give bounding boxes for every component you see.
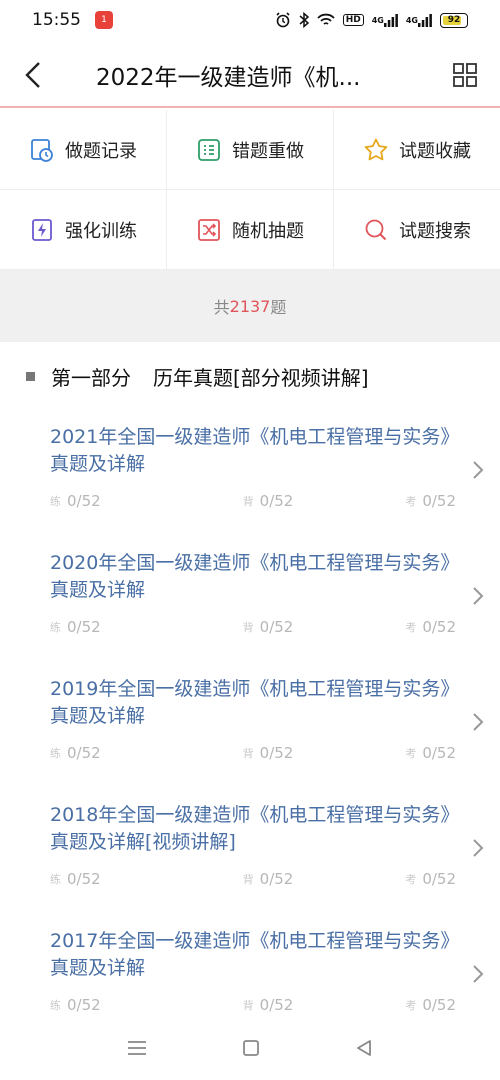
paper-title: 2017年全国一级建造师《机电工程管理与实务》真题及详解 — [50, 930, 460, 979]
redo-list-icon — [198, 138, 220, 161]
search-icon — [365, 219, 387, 240]
paper-title: 2018年全国一级建造师《机电工程管理与实务》真题及详解[视频讲解] — [50, 804, 460, 853]
favorites-label: 试题收藏 — [399, 140, 471, 162]
grid-menu-button[interactable] — [430, 43, 500, 107]
shuffle-icon — [198, 218, 220, 241]
function-grid: 做题记录 错题重做 试题收藏 强化训练 随机抽题 试题搜索 — [0, 110, 500, 270]
practice-progress: 练 0/52 — [50, 870, 101, 888]
practice-progress: 练 0/52 — [50, 618, 101, 636]
search-questions-label: 试题搜索 — [399, 220, 471, 242]
recite-progress: 背 0/52 — [242, 492, 294, 510]
chevron-right-icon — [473, 965, 484, 983]
list-item[interactable]: 2018年全国一级建造师《机电工程管理与实务》真题及详解[视频讲解] 练 0/52… — [0, 790, 500, 916]
back-triangle-icon — [356, 1040, 371, 1056]
star-icon — [364, 138, 388, 160]
wifi-icon — [317, 13, 335, 27]
history-label: 做题记录 — [65, 140, 137, 162]
random-questions-label: 随机抽题 — [232, 220, 304, 242]
system-nav-bar — [0, 1020, 500, 1080]
status-icons: HD 4G 4G 92 — [275, 12, 468, 28]
paper-stats: 练 0/52 背 0/52 考 0/52 — [50, 870, 456, 888]
paper-stats: 练 0/52 背 0/52 考 0/52 — [50, 996, 456, 1014]
paper-stats: 练 0/52 背 0/52 考 0/52 — [50, 744, 456, 762]
practice-progress: 练 0/52 — [50, 996, 101, 1014]
paper-list: 2021年全国一级建造师《机电工程管理与实务》真题及详解 练 0/52 背 0/52… — [0, 412, 500, 1042]
clock: 15:55 — [32, 10, 81, 30]
chevron-right-icon — [473, 461, 484, 479]
total-count-bar: 共 2137 题 — [0, 270, 500, 342]
bluetooth-icon — [299, 12, 309, 28]
total-count: 2137 — [229, 296, 271, 316]
battery-icon: 92 — [440, 12, 468, 28]
exam-progress: 考 0/52 — [405, 492, 456, 510]
alarm-icon — [275, 12, 291, 28]
page-title: 2022年一级建造师《机... — [96, 65, 361, 91]
list-item[interactable]: 2019年全国一级建造师《机电工程管理与实务》真题及详解 练 0/52 背 0/52… — [0, 664, 500, 790]
exam-progress: 考 0/52 — [405, 744, 456, 762]
intensive-training-label: 强化训练 — [65, 220, 137, 242]
back-nav-button[interactable] — [355, 1039, 373, 1061]
redo-wrong-button[interactable]: 错题重做 — [167, 110, 334, 190]
chevron-left-icon — [25, 62, 40, 88]
total-suffix: 题 — [270, 298, 287, 317]
section-header: 第一部分 历年真题[部分视频讲解] — [0, 356, 500, 396]
chevron-right-icon — [473, 713, 484, 731]
exam-progress: 考 0/52 — [405, 996, 456, 1014]
exam-progress: 考 0/52 — [405, 618, 456, 636]
recite-progress: 背 0/52 — [242, 744, 294, 762]
recite-progress: 背 0/52 — [242, 618, 294, 636]
random-questions-button[interactable]: 随机抽题 — [167, 190, 334, 270]
app-notification-icon: 1 — [95, 11, 113, 29]
home-square-icon — [243, 1040, 259, 1056]
history-button[interactable]: 做题记录 — [0, 110, 167, 190]
chevron-right-icon — [473, 839, 484, 857]
total-prefix: 共 — [213, 298, 230, 317]
signal-icon-2: 4G — [406, 13, 432, 27]
practice-progress: 练 0/52 — [50, 744, 101, 762]
menu-icon — [128, 1041, 147, 1055]
grid-icon — [453, 63, 477, 87]
paper-stats: 练 0/52 背 0/52 考 0/52 — [50, 618, 456, 636]
menu-nav-button[interactable] — [127, 1040, 147, 1060]
list-item[interactable]: 2021年全国一级建造师《机电工程管理与实务》真题及详解 练 0/52 背 0/52… — [0, 412, 500, 538]
back-button[interactable] — [0, 43, 66, 107]
lightning-icon — [32, 218, 52, 241]
intensive-training-button[interactable]: 强化训练 — [0, 190, 167, 270]
signal-icon: 4G — [372, 13, 398, 27]
practice-progress: 练 0/52 — [50, 492, 101, 510]
history-icon — [31, 138, 53, 162]
redo-wrong-label: 错题重做 — [232, 140, 304, 162]
paper-title: 2021年全国一级建造师《机电工程管理与实务》真题及详解 — [50, 426, 460, 475]
hd-icon: HD — [342, 14, 364, 26]
paper-stats: 练 0/52 背 0/52 考 0/52 — [50, 492, 456, 510]
recite-progress: 背 0/52 — [242, 996, 294, 1014]
section-part: 第一部分 — [51, 365, 131, 390]
app-header: 2022年一级建造师《机... — [0, 44, 500, 108]
paper-title: 2019年全国一级建造师《机电工程管理与实务》真题及详解 — [50, 678, 460, 727]
favorites-button[interactable]: 试题收藏 — [334, 110, 500, 190]
recite-progress: 背 0/52 — [242, 870, 294, 888]
chevron-right-icon — [473, 587, 484, 605]
section-title: 历年真题[部分视频讲解] — [153, 365, 369, 390]
paper-title: 2020年全国一级建造师《机电工程管理与实务》真题及详解 — [50, 552, 460, 601]
section-bullet — [26, 371, 35, 381]
list-item[interactable]: 2020年全国一级建造师《机电工程管理与实务》真题及详解 练 0/52 背 0/52… — [0, 538, 500, 664]
home-nav-button[interactable] — [242, 1039, 260, 1061]
status-bar: 15:55 1 HD 4G 4G 92 — [0, 0, 500, 40]
search-questions-button[interactable]: 试题搜索 — [334, 190, 500, 270]
exam-progress: 考 0/52 — [405, 870, 456, 888]
